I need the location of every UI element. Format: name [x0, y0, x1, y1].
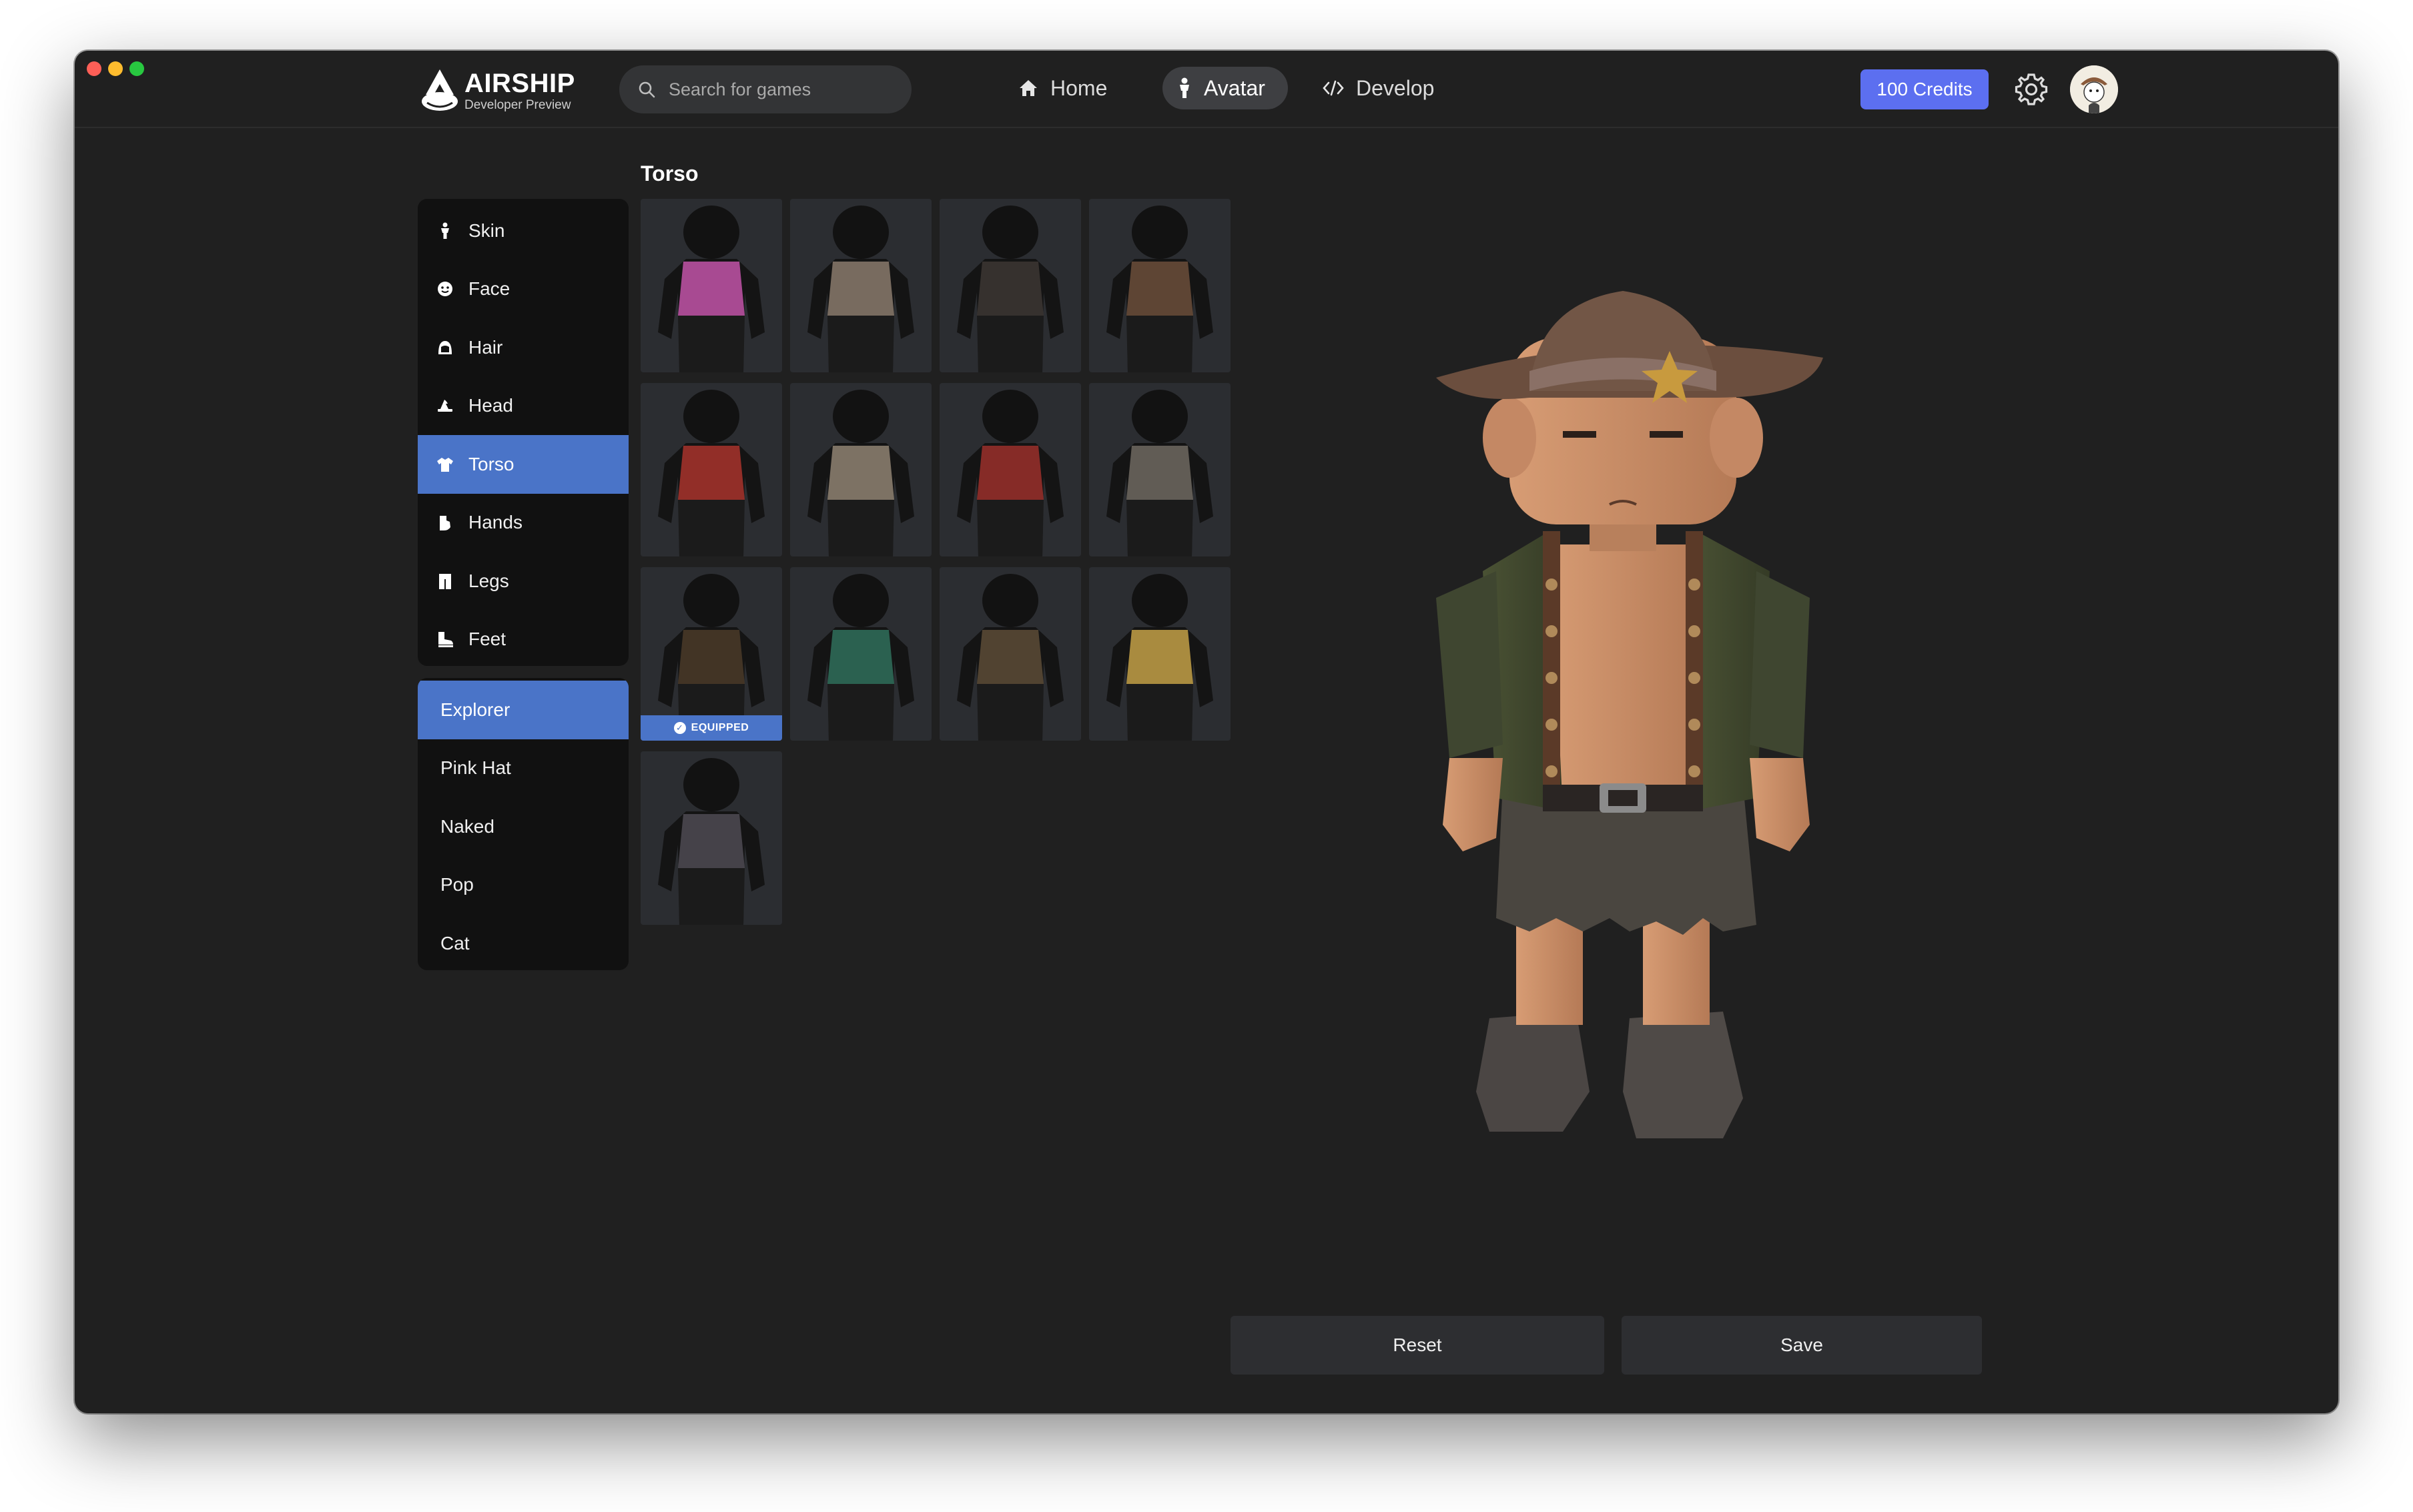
torso-item-tile[interactable] — [641, 383, 782, 556]
torso-item-thumbnail — [1106, 206, 1213, 372]
sidebar-item-feet[interactable]: Feet — [418, 611, 629, 667]
outfit-item-naked[interactable]: Naked — [418, 797, 629, 856]
nav-home[interactable]: Home — [1004, 67, 1122, 109]
sidebar-item-label: Feet — [468, 629, 506, 650]
hat-icon — [438, 400, 452, 412]
torso-item-tile[interactable] — [940, 383, 1081, 556]
airship-logo-icon — [422, 69, 458, 111]
outfit-item-label: Pop — [440, 874, 474, 895]
app-window: AIRSHIP Developer Preview Home Avatar — [75, 51, 2338, 1413]
torso-item-thumbnail — [957, 206, 1064, 372]
search-icon — [639, 81, 655, 98]
nav-avatar[interactable]: Avatar — [1162, 67, 1288, 109]
torso-item-tile[interactable] — [940, 567, 1081, 741]
top-bar: AIRSHIP Developer Preview Home Avatar — [75, 51, 2338, 128]
outfit-item-explorer[interactable]: Explorer — [418, 681, 629, 739]
sidebar-item-label: Head — [468, 395, 513, 416]
torso-item-tile[interactable] — [790, 199, 932, 372]
sidebar-item-label: Legs — [468, 570, 509, 591]
hand-icon — [440, 516, 450, 531]
torso-item-thumbnail — [1106, 390, 1213, 556]
sidebar-item-label: Hair — [468, 336, 503, 358]
avatar-preview[interactable] — [1409, 224, 1943, 1278]
equipped-badge: ✓ EQUIPPED — [641, 715, 782, 741]
torso-item-tile[interactable] — [1089, 567, 1231, 741]
torso-item-tile[interactable] — [1089, 199, 1231, 372]
logo-title: AIRSHIP — [464, 69, 575, 98]
save-button[interactable]: Save — [1622, 1316, 1982, 1375]
torso-item-thumbnail — [957, 574, 1064, 741]
airship-logo[interactable]: AIRSHIP Developer Preview — [419, 68, 575, 113]
torso-item-thumbnail — [807, 390, 914, 556]
sidebar-item-head[interactable]: Head — [418, 377, 629, 436]
search-bar[interactable] — [619, 65, 912, 113]
pants-icon — [439, 573, 451, 589]
sidebar-item-skin[interactable]: Skin — [418, 202, 629, 260]
sidebar-item-hair[interactable]: Hair — [418, 318, 629, 377]
search-input[interactable] — [669, 79, 896, 100]
sidebar-item-label: Hands — [468, 512, 523, 533]
torso-item-tile[interactable] — [1089, 383, 1231, 556]
gear-icon[interactable] — [2013, 71, 2050, 108]
outfit-item-label: Cat — [440, 932, 470, 954]
credits-button[interactable]: 100 Credits — [1860, 69, 1989, 109]
sidebar-item-legs[interactable]: Legs — [418, 552, 629, 611]
torso-item-tile[interactable] — [790, 383, 932, 556]
face-icon — [438, 282, 452, 297]
sidebar-item-torso[interactable]: Torso — [418, 435, 629, 494]
outfit-item-label: Naked — [440, 815, 494, 837]
outfit-item-cat[interactable]: Cat — [418, 914, 629, 970]
sidebar-item-label: Face — [468, 278, 510, 300]
sidebar-item-label: Skin — [468, 220, 505, 241]
torso-item-tile[interactable]: ✓ EQUIPPED — [641, 567, 782, 741]
torso-item-tile[interactable] — [641, 199, 782, 372]
torso-item-tile[interactable] — [641, 751, 782, 925]
section-title: Torso — [641, 161, 699, 185]
torso-item-tile[interactable] — [790, 567, 932, 741]
nav-develop[interactable]: Develop — [1308, 67, 1449, 109]
boot-icon — [438, 632, 453, 648]
outfit-list: Explorer Pink Hat Naked Pop Cat — [418, 678, 629, 970]
sidebar-item-label: Torso — [468, 453, 514, 474]
outfit-item-pop[interactable]: Pop — [418, 856, 629, 915]
equipped-label: EQUIPPED — [691, 722, 749, 733]
outfit-item-label: Pink Hat — [440, 757, 511, 779]
sidebar-item-hands[interactable]: Hands — [418, 494, 629, 552]
hair-icon — [438, 340, 452, 354]
torso-item-thumbnail — [658, 758, 765, 925]
nav-avatar-label: Avatar — [1204, 75, 1265, 100]
torso-item-thumbnail — [807, 206, 914, 372]
torso-item-thumbnail — [658, 390, 765, 556]
person-icon — [1180, 77, 1189, 98]
logo-subtitle: Developer Preview — [464, 98, 571, 112]
torso-item-grid: ✓ EQUIPPED — [641, 199, 1231, 925]
torso-item-thumbnail — [658, 206, 765, 372]
outfit-item-pink-hat[interactable]: Pink Hat — [418, 739, 629, 798]
category-sidebar: Skin Face Hair Head Torso Hands Legs Fee… — [418, 199, 629, 666]
nav-home-label: Home — [1050, 75, 1108, 100]
nav-develop-label: Develop — [1356, 75, 1435, 100]
shirt-icon — [437, 457, 453, 472]
avatar-image — [2070, 65, 2118, 113]
torso-item-thumbnail — [1106, 574, 1213, 741]
person-icon — [441, 222, 449, 239]
home-icon — [1020, 80, 1037, 96]
check-icon: ✓ — [673, 722, 686, 734]
user-avatar[interactable] — [2070, 65, 2118, 113]
outfit-item-label: Explorer — [440, 699, 510, 720]
torso-item-thumbnail — [807, 574, 914, 741]
torso-item-thumbnail — [957, 390, 1064, 556]
reset-button[interactable]: Reset — [1231, 1316, 1604, 1375]
torso-item-tile[interactable] — [940, 199, 1081, 372]
code-icon — [1323, 80, 1344, 96]
sidebar-item-face[interactable]: Face — [418, 260, 629, 319]
